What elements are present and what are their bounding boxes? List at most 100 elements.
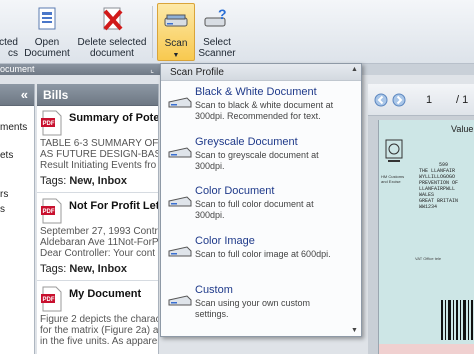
navigation-pane: « ments ets rs s xyxy=(0,84,35,354)
option-description: Scan to greyscale document at 300dpi. xyxy=(195,150,319,172)
divider xyxy=(37,280,158,281)
page-number-input[interactable]: 1 xyxy=(426,94,432,106)
previous-page-icon[interactable] xyxy=(374,93,388,107)
menu-scrollbar[interactable]: ▲ ▼ xyxy=(349,65,360,336)
option-description: Scan to black & white document at 300dpi.… xyxy=(195,100,333,122)
document-viewer: 1 / 1 HM Customs and Excise Value A 599 … xyxy=(368,84,474,354)
nav-item[interactable]: rs xyxy=(0,189,8,201)
description-line: settings. xyxy=(195,309,229,319)
svg-text:PDF: PDF xyxy=(43,209,55,215)
scroll-down-icon[interactable]: ▼ xyxy=(349,326,360,336)
svg-text:PDF: PDF xyxy=(43,121,55,127)
snippet-line: TABLE 6-3 SUMMARY OF P xyxy=(40,138,159,149)
document-title: My Document xyxy=(69,288,142,300)
list-item[interactable]: PDF My Document Figure 2 depicts the cha… xyxy=(37,284,159,354)
svg-text:PDF: PDF xyxy=(43,297,55,303)
scanner-icon xyxy=(168,147,192,158)
scanner-icon xyxy=(168,295,192,306)
option-title: Color Document xyxy=(195,185,275,197)
option-title: Color Image xyxy=(195,235,255,247)
snippet-line: Figure 2 depicts the charact xyxy=(40,314,159,325)
description-line: 300dpi. xyxy=(195,210,225,220)
crest-icon xyxy=(385,139,403,162)
partial-button-label-2: cs xyxy=(8,48,18,59)
document-snippet: TABLE 6-3 SUMMARY OF P AS FUTURE DESIGN-… xyxy=(40,138,159,171)
barcode-icon xyxy=(441,300,473,340)
snippet-line: Result Initiating Events fro xyxy=(40,160,157,171)
scanner-icon xyxy=(168,196,192,207)
divider xyxy=(37,192,158,193)
customs-text: HM Customs and Excise xyxy=(381,174,405,184)
select-scanner-label-2: Scanner xyxy=(198,48,236,59)
svg-text:?: ? xyxy=(218,6,227,22)
scan-option-greyscale[interactable]: Greyscale Document Scan to greyscale doc… xyxy=(161,136,351,184)
ribbon-group-label: ocument ⌞ xyxy=(0,64,160,75)
select-scanner-label-1: Select xyxy=(203,37,231,48)
scan-option-black-white[interactable]: Black & White Document Scan to black & w… xyxy=(161,86,351,134)
snippet-line: Dear Controller: Your cont xyxy=(40,248,156,259)
bills-header: Bills xyxy=(37,84,158,106)
description-line: Scan to greyscale document at xyxy=(195,150,319,160)
snippet-line: for the matrix (Figure 2a) an xyxy=(40,325,159,336)
scanner-icon xyxy=(164,14,188,27)
document-page-preview: HM Customs and Excise Value A 599 THE LL… xyxy=(378,120,474,354)
delete-document-icon xyxy=(103,7,123,31)
description-line: 300dpi. Recommended for text. xyxy=(195,111,321,121)
description-line: Scan using your own custom xyxy=(195,298,311,308)
open-document-label-2: Document xyxy=(24,48,70,59)
scanner-icon xyxy=(168,97,192,108)
next-page-icon[interactable] xyxy=(392,93,406,107)
scan-button[interactable]: Scan ▼ xyxy=(157,3,195,61)
pdf-icon: PDF xyxy=(41,110,62,136)
option-description: Scan to full color document at 300dpi. xyxy=(195,199,314,221)
document-title: Summary of Potent xyxy=(69,112,159,124)
nav-item[interactable]: ets xyxy=(0,150,13,162)
address-block: 599 THE LLANFAIR WYLLILLOGOGO PREVENTION… xyxy=(419,162,458,210)
scan-option-custom[interactable]: Custom Scan using your own custom setting… xyxy=(161,284,351,332)
delete-selected-document-button[interactable]: Delete selected document xyxy=(76,3,148,61)
description-line: Scan to full color document at xyxy=(195,199,314,209)
document-snippet: Figure 2 depicts the charact for the mat… xyxy=(40,314,159,347)
scanner-icon xyxy=(168,246,192,257)
document-tags: Tags: New, Inbox xyxy=(40,263,127,275)
vat-office-text: VAT Office tele xyxy=(415,256,442,261)
option-title: Greyscale Document xyxy=(195,136,298,148)
scan-label: Scan xyxy=(164,38,188,49)
option-title: Black & White Document xyxy=(195,86,317,98)
partial-ribbon-button[interactable]: cted cs xyxy=(0,3,18,61)
description-line: 300dpi. xyxy=(195,161,225,171)
partial-button-label: cted xyxy=(0,37,18,48)
address-line: WW1234 xyxy=(419,204,438,210)
tags-label: Tags: xyxy=(40,175,67,187)
group-label-text: ocument xyxy=(0,64,35,74)
snippet-line: September 27, 1993 Contr xyxy=(40,226,158,237)
delete-selected-label-1: Delete selected xyxy=(77,37,147,48)
tags-value: New, Inbox xyxy=(69,263,128,275)
scan-option-color-image[interactable]: Color Image Scan to full color image at … xyxy=(161,235,351,283)
viewer-toolbar: 1 / 1 xyxy=(368,84,474,116)
delete-selected-label-2: document xyxy=(90,48,134,59)
nav-item[interactable]: ments xyxy=(0,122,27,134)
list-item[interactable]: PDF Summary of Potent TABLE 6-3 SUMMARY … xyxy=(37,108,159,196)
scan-option-color-document[interactable]: Color Document Scan to full color docume… xyxy=(161,185,351,233)
dialog-launcher-icon[interactable]: ⌞ xyxy=(150,64,154,75)
collapse-chevron-icon[interactable]: « xyxy=(21,87,28,102)
form-footer xyxy=(379,344,474,354)
tags-label: Tags: xyxy=(40,263,67,275)
select-scanner-button[interactable]: ? Select Scanner xyxy=(197,3,237,61)
scroll-up-icon[interactable]: ▲ xyxy=(349,65,360,75)
open-document-label-1: Open xyxy=(34,37,60,48)
ribbon-toolbar: cted cs Open Document Delete selected docum… xyxy=(0,0,474,64)
nav-item[interactable]: s xyxy=(0,204,5,216)
select-scanner-icon: ? xyxy=(204,6,227,27)
scan-profile-header: Scan Profile xyxy=(161,64,361,81)
option-title: Custom xyxy=(195,284,233,296)
open-document-button[interactable]: Open Document xyxy=(24,3,70,61)
list-item[interactable]: PDF Not For Profit Lette September 27, 1… xyxy=(37,196,159,284)
description-line: Scan to black & white document at xyxy=(195,100,334,110)
snippet-line: Aldebaran Ave 11Not-ForP xyxy=(40,237,159,248)
navigation-pane-header: « xyxy=(0,84,34,106)
snippet-line: in the five units. As apparen xyxy=(40,336,159,347)
scan-dropdown-icon: ▼ xyxy=(172,52,180,59)
document-title: Not For Profit Lette xyxy=(69,200,158,212)
